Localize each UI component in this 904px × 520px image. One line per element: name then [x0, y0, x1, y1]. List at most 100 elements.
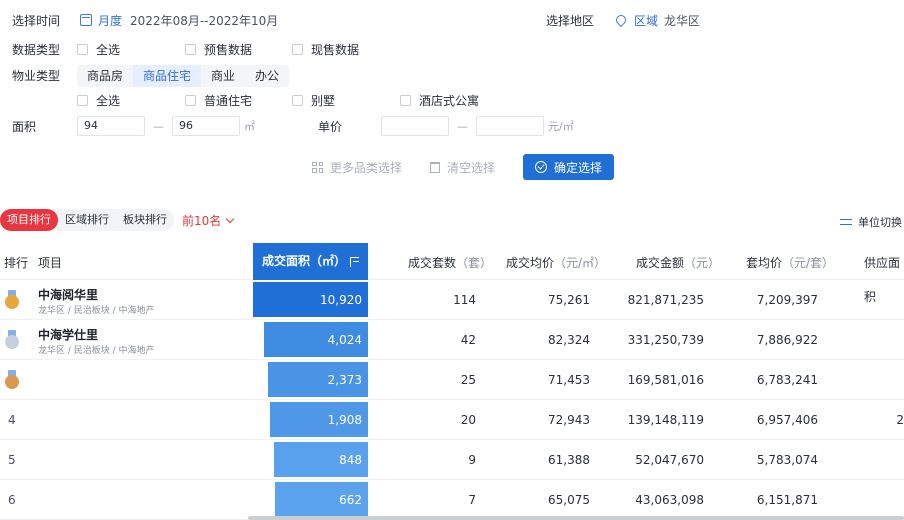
project-meta: 龙华区 / 民治板块 / 中海地产 — [38, 306, 155, 316]
price-separator: — — [457, 119, 468, 133]
data-type-option-presale[interactable]: 预售数据 — [185, 39, 252, 59]
data-type-option-all[interactable]: 全选 — [77, 39, 120, 59]
col-project: 项目 — [38, 256, 63, 270]
avg-price-value: 65,075 — [548, 493, 590, 507]
project-name[interactable]: 中海阅华里 — [38, 286, 98, 303]
price-row: 单价 — [318, 116, 342, 136]
horizontal-scrollbar[interactable] — [248, 516, 904, 520]
checkbox-icon[interactable] — [185, 94, 196, 106]
time-filter-row: 选择时间 月度 2022年08月--2022年10月 — [12, 10, 278, 30]
col-avg-price[interactable]: 成交均价（元/㎡） — [506, 246, 606, 280]
top-n-dropdown[interactable]: 前10名 — [182, 212, 235, 229]
area-separator: — — [153, 119, 164, 133]
data-type-label: 数据类型 — [12, 42, 61, 57]
region-filter-row: 选择地区 区域 龙华区 — [546, 10, 700, 30]
col-area-sorted[interactable]: 成交面积（㎡） — [253, 243, 368, 280]
project-name[interactable]: 中海学仕里 — [38, 326, 98, 343]
tab-commercial-residential[interactable]: 商品住宅 — [133, 65, 202, 87]
tab-project-ranking[interactable]: 项目排行 — [0, 209, 58, 231]
col-units[interactable]: 成交套数（套） — [408, 246, 492, 280]
time-label: 选择时间 — [12, 13, 61, 28]
filter-panel: 选择时间 月度 2022年08月--2022年10月 选择地区 区域 龙华区 数… — [0, 0, 904, 196]
avg-price-value: 75,261 — [548, 293, 590, 307]
region-type[interactable]: 区域 — [634, 12, 658, 29]
bronze-medal-icon — [4, 370, 20, 390]
calendar-icon[interactable] — [80, 14, 93, 26]
tab-commercial-housing[interactable]: 商品房 — [77, 65, 133, 87]
checkbox-icon[interactable] — [292, 43, 303, 55]
gold-medal-icon — [4, 290, 20, 310]
avg-price-value: 82,324 — [548, 333, 590, 347]
table-header: 排行 项目 成交面积（㎡） 成交套数（套） 成交均价（元/㎡） 成交金额（元） … — [0, 243, 904, 304]
area-value: 4,024 — [327, 333, 362, 347]
unit-switch-button[interactable]: 单位切换 — [840, 214, 902, 230]
avg-price-value: 71,453 — [548, 373, 590, 387]
table-row[interactable]: 4 1,908 20 72,943 139,148,119 6,957,406 2 — [0, 400, 904, 440]
table-row[interactable]: 中海阅华里 龙华区 / 民治板块 / 中海地产 10,920 114 75,261 821… — [0, 280, 904, 320]
table-row[interactable]: 5 848 9 61,388 52,047,670 5,783,074 — [0, 440, 904, 480]
property-type-label: 物业类型 — [12, 68, 61, 83]
tab-region-ranking[interactable]: 区域排行 — [58, 209, 116, 231]
area-row: 面积 — [12, 116, 36, 136]
data-type-option-spot[interactable]: 现售数据 — [292, 39, 359, 59]
units-value: 114 — [453, 293, 476, 307]
col-amount[interactable]: 成交金额（元） — [636, 246, 720, 280]
amount-value: 169,581,016 — [627, 373, 704, 387]
property-option-villa[interactable]: 别墅 — [292, 90, 335, 110]
amount-value: 52,047,670 — [635, 453, 704, 467]
supply-value — [860, 280, 904, 320]
property-option-all[interactable]: 全选 — [77, 90, 120, 110]
unit-price-value: 6,957,406 — [756, 413, 818, 427]
table-row[interactable]: 2,373 25 71,453 169,581,016 6,783,241 — [0, 360, 904, 400]
sort-icon[interactable] — [350, 256, 359, 267]
area-max-input[interactable]: 96 — [172, 116, 240, 136]
units-value: 20 — [460, 413, 476, 427]
table-row[interactable]: 6 662 7 65,075 43,063,098 6,151,871 — [0, 480, 904, 520]
price-label: 单价 — [318, 119, 343, 134]
amount-value: 331,250,739 — [627, 333, 704, 347]
checkbox-icon[interactable] — [77, 43, 88, 55]
checkbox-icon[interactable] — [400, 94, 411, 106]
clear-selection-button[interactable]: 清空选择 — [430, 159, 495, 176]
property-option-serviced-apartment[interactable]: 酒店式公寓 — [400, 90, 479, 110]
amount-value: 43,063,098 — [635, 493, 704, 507]
table-row[interactable]: 中海学仕里 龙华区 / 民治板块 / 中海地产 4,024 42 82,324 331,2… — [0, 320, 904, 360]
supply-value — [860, 360, 904, 400]
property-option-ordinary[interactable]: 普通住宅 — [185, 90, 252, 110]
more-categories-button[interactable]: 更多品类选择 — [312, 159, 402, 176]
ranking-tabs: 项目排行 区域排行 板块排行 — [0, 209, 174, 231]
filter-actions: 更多品类选择 清空选择 确定选择 — [312, 154, 615, 180]
region-value[interactable]: 龙华区 — [664, 12, 700, 29]
unit-price-value: 5,783,074 — [756, 453, 818, 467]
time-range[interactable]: 2022年08月--2022年10月 — [130, 12, 278, 29]
price-min-input[interactable] — [381, 116, 449, 136]
checkbox-icon[interactable] — [292, 94, 303, 106]
col-rank: 排行 — [4, 256, 29, 270]
avg-price-value: 61,388 — [548, 453, 590, 467]
tab-block-ranking[interactable]: 板块排行 — [116, 209, 174, 231]
grid-icon — [312, 161, 323, 173]
checkbox-icon[interactable] — [77, 94, 88, 106]
price-max-input[interactable] — [476, 116, 544, 136]
area-label: 面积 — [12, 119, 37, 134]
confirm-selection-button[interactable]: 确定选择 — [523, 154, 615, 180]
area-value: 848 — [339, 453, 362, 467]
supply-value — [860, 320, 904, 360]
data-type-row: 数据类型 — [12, 39, 60, 59]
supply-value — [860, 440, 904, 480]
area-min-input[interactable]: 94 — [77, 116, 145, 136]
area-range: 94 — 96 ㎡ — [77, 116, 255, 136]
unit-price-value: 6,151,871 — [756, 493, 818, 507]
supply-value: 2 — [896, 413, 904, 427]
rank-number: 5 — [8, 453, 16, 467]
project-meta: 龙华区 / 民治板块 / 中海地产 — [38, 346, 155, 356]
col-unit-price[interactable]: 套均价（元/套） — [746, 246, 834, 280]
units-value: 9 — [468, 453, 476, 467]
tab-business[interactable]: 商业 — [201, 65, 245, 87]
tab-office[interactable]: 办公 — [245, 65, 289, 87]
time-mode[interactable]: 月度 — [98, 12, 122, 29]
col-supply[interactable]: 供应面积 — [864, 246, 904, 304]
rank-number: 6 — [8, 493, 16, 507]
area-unit: ㎡ — [244, 120, 255, 133]
checkbox-icon[interactable] — [185, 43, 196, 55]
